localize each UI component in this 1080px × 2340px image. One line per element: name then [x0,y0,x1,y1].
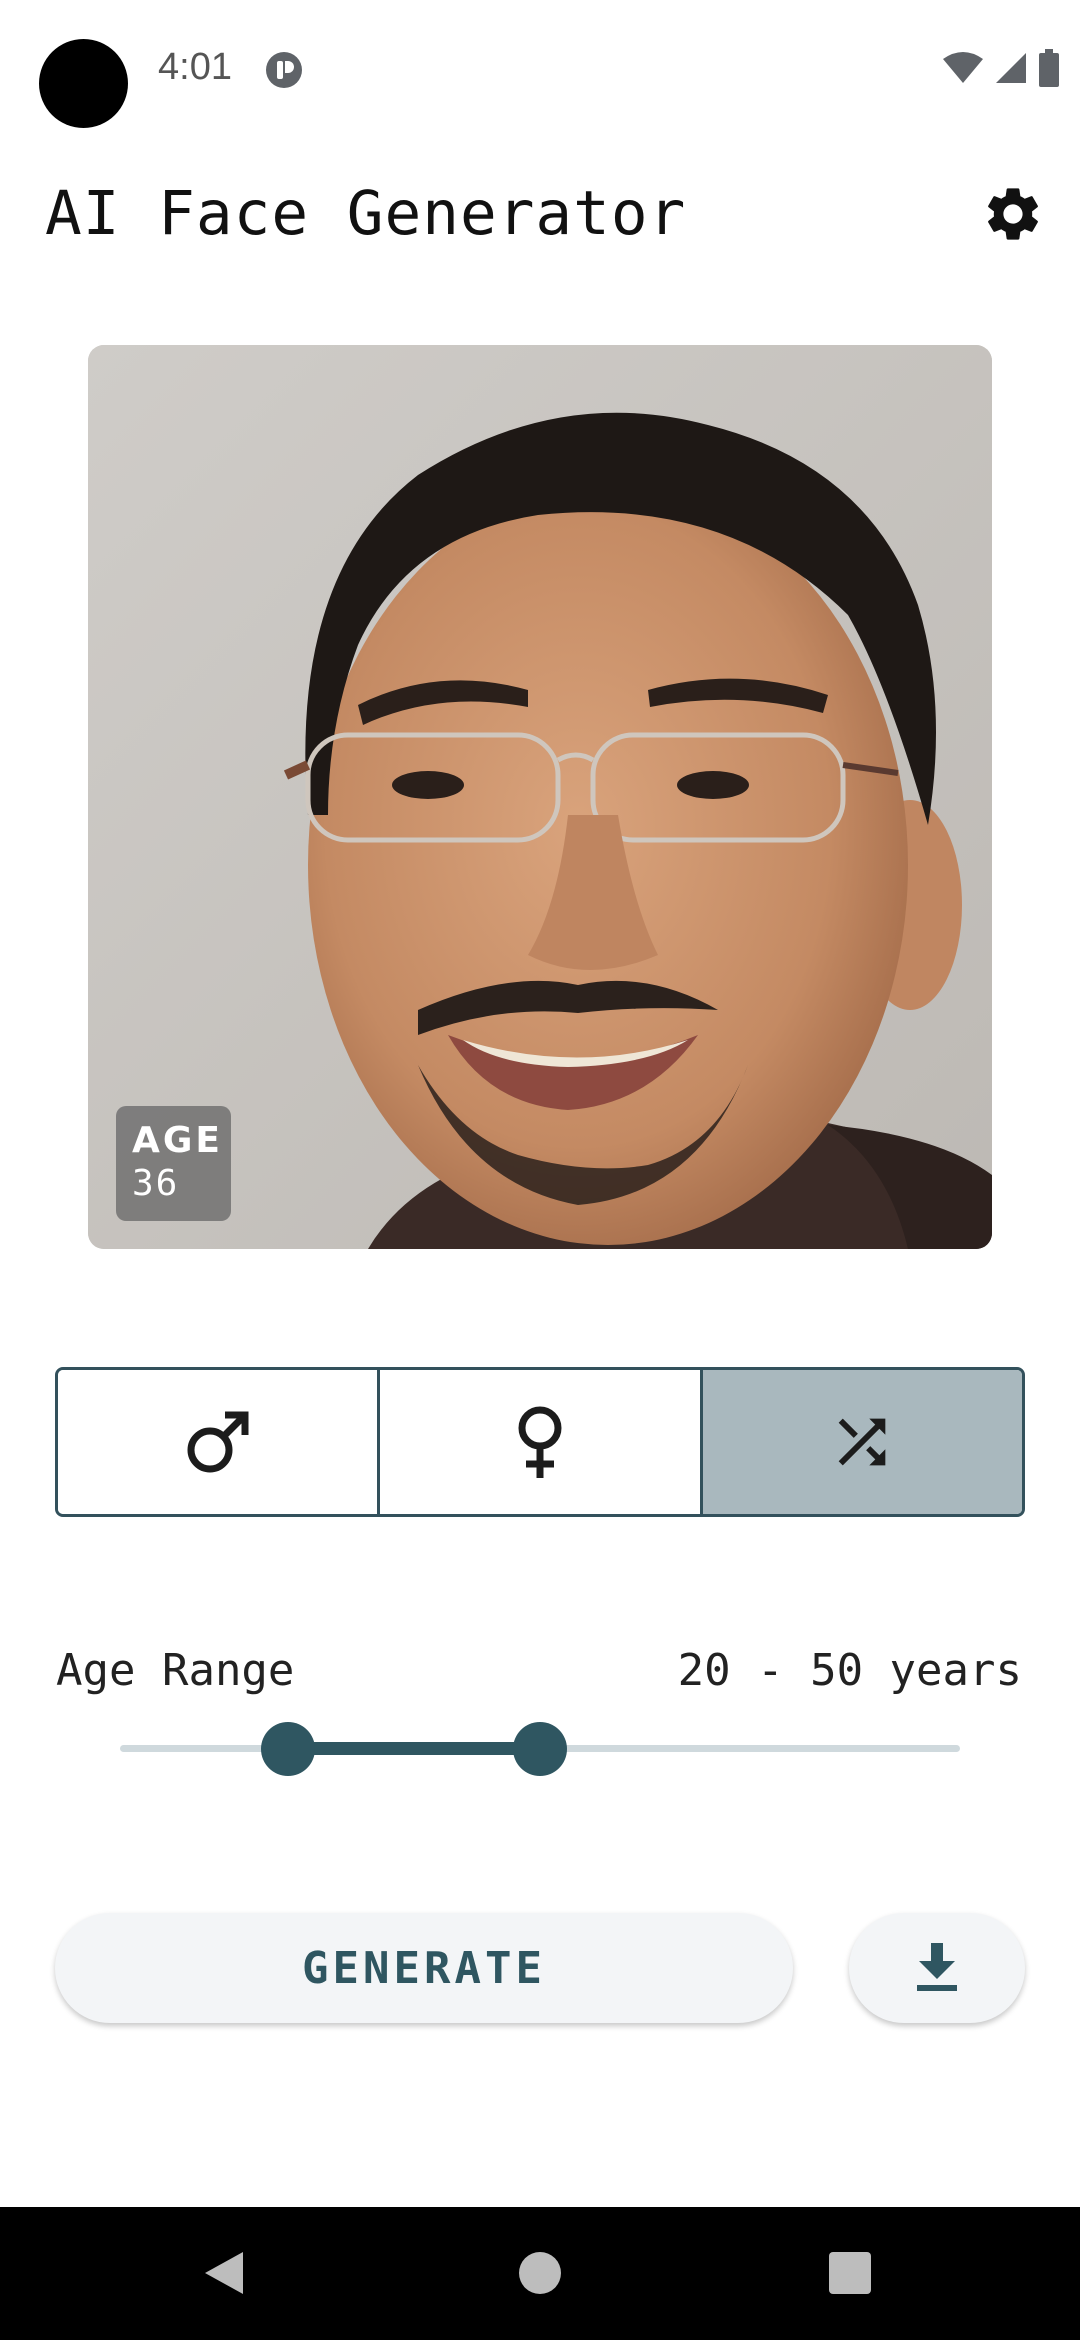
download-button[interactable] [849,1913,1025,2023]
gender-toggle-group [55,1367,1025,1517]
cell-signal-icon [996,53,1026,83]
gear-icon[interactable] [981,182,1045,246]
age-badge: AGE 36 [116,1106,231,1221]
recents-icon[interactable] [829,2252,871,2294]
generate-button[interactable]: GENERATE [55,1913,793,2023]
system-navigation-bar [0,2207,1080,2340]
slider-min-thumb[interactable] [261,1722,315,1776]
home-icon[interactable] [519,2252,561,2294]
wifi-icon [943,52,983,83]
age-badge-value: 36 [132,1163,180,1204]
male-toggle-button[interactable] [58,1370,378,1514]
notification-icon [266,52,302,88]
back-icon[interactable] [203,2250,245,2296]
female-toggle-button[interactable] [377,1370,700,1514]
male-symbol-icon [187,1411,249,1473]
app-title: AI Face Generator [45,178,687,249]
battery-icon [1039,49,1059,87]
slider-active-range [288,1742,540,1755]
age-range-value: 20 - 50 years [677,1645,1022,1696]
generated-face-image: AGE 36 [88,345,992,1249]
age-range-label: Age Range [56,1645,295,1696]
slider-max-thumb[interactable] [513,1722,567,1776]
age-badge-label: AGE [132,1120,224,1161]
age-range-slider[interactable] [120,1718,960,1778]
random-toggle-button[interactable] [699,1370,1022,1514]
download-icon [917,1943,957,1991]
status-time: 4:01 [158,46,232,88]
status-bar: 4:01 [0,0,1080,140]
system-icons [942,48,1060,88]
shuffle-icon [838,1418,886,1466]
camera-cutout [39,39,128,128]
female-symbol-icon [518,1406,562,1478]
